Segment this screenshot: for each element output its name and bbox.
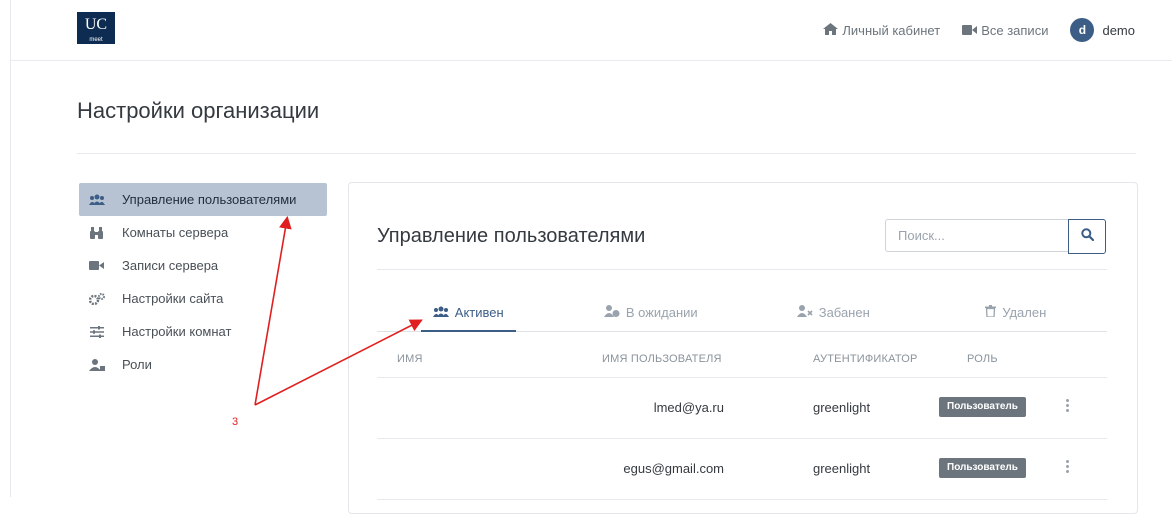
user-times-icon [796,304,813,320]
users-icon [432,305,449,320]
home-icon [823,22,839,38]
nav-recordings-label: Все записи [981,22,1049,38]
page-title: Настройки организации [77,98,320,123]
nav-dashboard-label: Личный кабинет [842,22,941,38]
sliders-icon [89,325,105,338]
video-camera-icon [89,260,105,272]
title-divider [77,153,1136,154]
sidebar-item-label: Комнаты сервера [122,225,229,240]
search-button[interactable] [1068,219,1106,254]
table-row: lmed@ya.ru greenlight Пользователь [377,378,1107,439]
search-icon [1080,227,1094,246]
tab-label: Удален [1002,304,1047,320]
table-row: egus@gmail.com greenlight Пользователь [377,439,1107,500]
row-actions-kebab-icon[interactable] [1063,458,1071,480]
cell-authenticator: greenlight [813,461,871,476]
section-title: Управление пользователями [377,225,646,247]
role-badge: Пользователь [939,397,1026,417]
sidebar-item-users[interactable]: Управление пользователями [79,183,327,216]
cell-authenticator: greenlight [813,400,871,415]
user-clock-icon [603,304,620,320]
tab-deleted[interactable]: Удален [925,293,1108,331]
tab-label: Активен [454,304,504,320]
sidebar-item-room-settings[interactable]: Настройки комнат [79,315,327,348]
sidebar-item-label: Записи сервера [122,258,219,273]
sidebar-item-label: Роли [122,357,152,372]
top-navbar: UC meet Личный кабинет Все записи d demo [11,0,1172,61]
nav-dashboard-link[interactable]: Личный кабинет [823,22,941,38]
logo-text: UC [84,16,108,33]
column-header-role: Роль [967,353,998,365]
annotation-number: 3 [232,416,239,428]
users-card: Управление пользователями Активен В ожид… [348,182,1138,514]
cogs-icon [89,292,105,305]
sidebar-item-label: Настройки комнат [122,324,232,339]
settings-sidebar: Управление пользователями Комнаты сервер… [79,183,327,381]
user-status-tabs: Активен В ожидании Забанен Удален [377,293,1107,332]
tab-banned[interactable]: Забанен [742,293,925,331]
card-divider [377,269,1107,270]
column-header-name: Имя [397,353,423,365]
search-input[interactable] [885,219,1068,252]
cell-username: egus@gmail.com [623,461,724,476]
nav-recordings-link[interactable]: Все записи [962,23,1048,38]
binoculars-icon [89,226,105,239]
tab-label: Забанен [818,304,870,320]
trash-icon [985,304,997,320]
sidebar-item-server-rooms[interactable]: Комнаты сервера [79,216,327,249]
video-camera-icon [962,23,978,38]
row-actions-kebab-icon[interactable] [1063,397,1071,419]
tab-active[interactable]: Активен [377,293,560,332]
page-left-border [10,0,11,497]
logo-subtext: meet [89,37,103,43]
column-header-authenticator: Аутентификатор [813,353,918,365]
cell-username: lmed@ya.ru [653,400,724,415]
table-header: Имя Имя пользователя Аутентификатор Роль [377,343,1107,378]
avatar: d [1070,18,1095,42]
tab-pending[interactable]: В ожидании [560,293,743,331]
user-menu[interactable]: d demo [1070,18,1135,42]
sidebar-item-site-settings[interactable]: Настройки сайта [79,282,327,315]
column-header-username: Имя пользователя [602,353,722,365]
sidebar-item-label: Управление пользователями [122,192,297,207]
app-logo[interactable]: UC meet [77,12,115,44]
role-badge: Пользователь [939,458,1026,478]
search-group [885,219,1106,254]
user-name: demo [1102,22,1135,38]
sidebar-item-label: Настройки сайта [122,291,224,306]
tab-label: В ожидании [625,304,698,320]
top-nav: Личный кабинет Все записи d demo [823,17,1135,43]
user-role-icon [89,358,105,371]
sidebar-item-server-recordings[interactable]: Записи сервера [79,249,327,282]
sidebar-item-roles[interactable]: Роли [79,348,327,381]
users-icon [89,194,105,206]
